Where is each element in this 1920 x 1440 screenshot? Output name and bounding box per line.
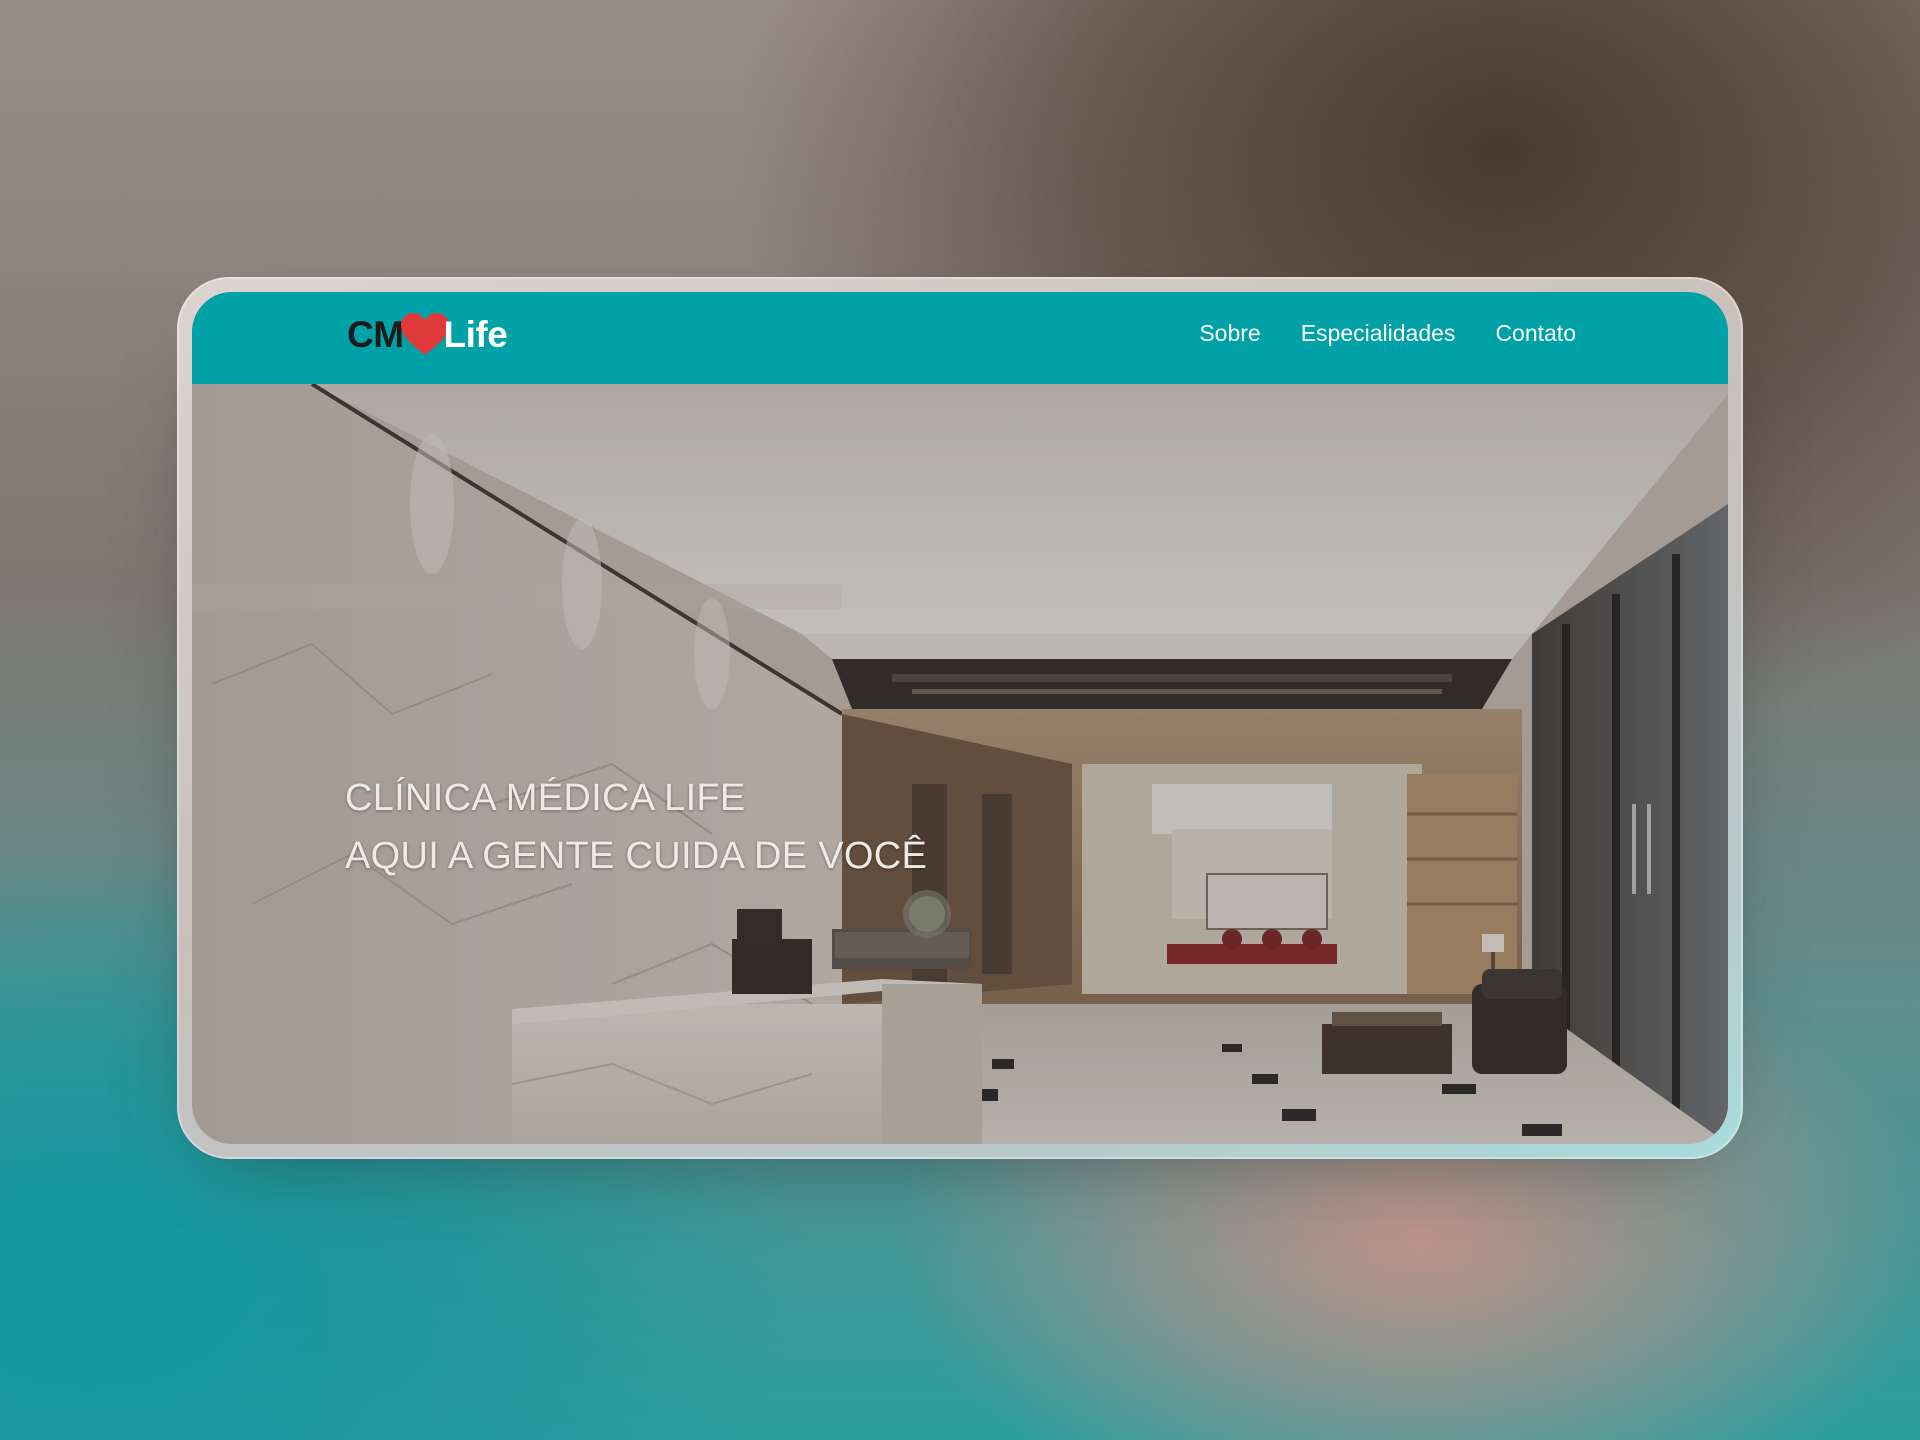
hero-headline: CLÍNICA MÉDICA LIFE AQUI A GENTE CUIDA D… xyxy=(345,769,927,885)
logo-prefix: CM xyxy=(347,314,404,355)
hero-section: CLÍNICA MÉDICA LIFE AQUI A GENTE CUIDA D… xyxy=(192,384,1728,1144)
navbar: CM Life Sobre Especialidades Contato xyxy=(192,292,1728,384)
site-logo[interactable]: CM Life xyxy=(347,310,508,360)
main-nav: Sobre Especialidades Contato xyxy=(1199,320,1576,347)
nav-link-contato[interactable]: Contato xyxy=(1495,320,1576,347)
nav-link-sobre[interactable]: Sobre xyxy=(1199,320,1260,347)
logo-suffix: Life xyxy=(443,314,508,355)
nav-link-especialidades[interactable]: Especialidades xyxy=(1301,320,1456,347)
hero-title-line2: AQUI A GENTE CUIDA DE VOCÊ xyxy=(345,835,928,877)
hero-title-line1: CLÍNICA MÉDICA LIFE xyxy=(345,777,746,819)
hero-dark-overlay xyxy=(192,384,1728,1144)
website-screen: CM Life Sobre Especialidades Contato CLÍ… xyxy=(192,292,1728,1144)
device-frame: CM Life Sobre Especialidades Contato CLÍ… xyxy=(177,277,1743,1159)
heart-icon xyxy=(400,313,449,355)
